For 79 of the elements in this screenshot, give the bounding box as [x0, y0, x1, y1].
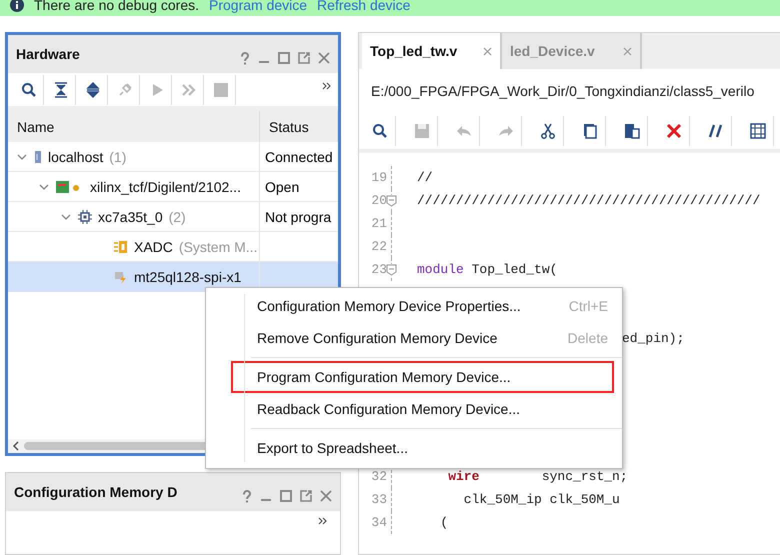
double-slash-icon [708, 123, 724, 139]
paste-icon [624, 123, 640, 139]
code-line: clk_50M_ip clk_50M_u [462, 492, 620, 507]
scroll-left-icon[interactable] [12, 441, 20, 451]
node-name: mt25ql128-spi-x1 [134, 268, 242, 284]
columns-icon [750, 123, 766, 139]
plug-icon [116, 82, 132, 98]
line-number: 34 [370, 515, 387, 530]
search-icon [372, 123, 388, 139]
help-icon[interactable] [240, 52, 250, 64]
help-icon[interactable] [242, 490, 252, 502]
redo-icon [498, 123, 514, 139]
banner-link[interactable]: Program device [209, 0, 308, 13]
code-line: wire sync_rst_n; [447, 469, 628, 484]
status-text: Connected [265, 148, 333, 164]
overflow-icon[interactable] [318, 517, 328, 525]
line-number: 32 [370, 469, 387, 484]
collapse-icon [52, 82, 68, 98]
tree-item[interactable]: XADC (System M... [8, 232, 260, 261]
file-path: E:/000_FPGA/FPGA_Work_Dir/0_Tongxindianzi/class5_verilo [370, 82, 756, 101]
node-count: (2) [168, 208, 186, 224]
close-icon [666, 123, 682, 139]
panel-title: Hardware [16, 46, 81, 62]
panel-title: Configuration Memory D [14, 484, 178, 500]
code-line: // [417, 170, 433, 185]
maximize-icon[interactable] [278, 52, 290, 64]
adc-icon [114, 240, 128, 254]
line-number: 23 [370, 262, 387, 277]
node-count: (1) [109, 148, 126, 164]
overflow-icon[interactable] [322, 82, 332, 90]
line-number: 22 [370, 239, 387, 254]
status-text: Not progra [265, 208, 332, 224]
stop-icon [212, 82, 228, 98]
scissors-icon [540, 123, 556, 139]
line-number: 33 [370, 492, 387, 507]
line-number: 20 [370, 193, 387, 208]
banner-link[interactable]: Refresh device [317, 0, 410, 13]
info-icon [10, 0, 24, 12]
node-name: localhost [48, 148, 104, 164]
double-chevron-icon [180, 82, 196, 98]
shortcut-text: Delete [568, 330, 608, 346]
tree-item[interactable]: xilinx_tcf/Digilent/2102... [8, 172, 260, 201]
server-icon [34, 150, 42, 164]
code-line: module Top_led_tw( [417, 262, 558, 277]
node-name: xc7a35t_0 [98, 208, 163, 224]
code-line: ( [439, 515, 448, 530]
expand-icon [84, 82, 100, 98]
maximize-icon[interactable] [280, 490, 292, 502]
tree-item[interactable]: xc7a35t_0 (2) [8, 202, 260, 231]
tree-item[interactable]: localhost (1) [8, 142, 260, 171]
close-icon[interactable] [623, 46, 632, 56]
close-icon[interactable] [318, 52, 330, 64]
float-icon[interactable] [300, 490, 312, 502]
flash-memory-icon [114, 270, 128, 284]
menu-item[interactable]: Configuration Memory Device Properties... Ctrl+E [231, 290, 614, 322]
menu-item[interactable]: Readback Configuration Memory Device... [231, 393, 614, 425]
copy-icon [582, 123, 598, 139]
search-icon [20, 82, 36, 98]
close-icon[interactable] [483, 46, 492, 56]
file-tab[interactable]: Top_led_tw.v [362, 33, 502, 69]
code-line: ed_pin); [622, 331, 684, 346]
chip-icon [78, 210, 92, 224]
shortcut-text: Ctrl+E [568, 298, 608, 314]
status-text: Open [265, 178, 300, 194]
banner-message: There are no debug cores. [34, 0, 199, 13]
floppy-icon [414, 123, 430, 139]
node-name: XADC [134, 238, 173, 254]
menu-item[interactable]: Remove Configuration Memory Device Delete [231, 322, 614, 354]
float-icon[interactable] [298, 52, 310, 64]
node-count: (System M... [178, 238, 258, 254]
fold-icon[interactable] [386, 194, 397, 206]
node-name: xilinx_tcf/Digilent/2102... [90, 178, 241, 194]
line-number: 19 [370, 170, 387, 185]
code-line: //////////////////////////////////////////// [417, 193, 760, 208]
menu-item[interactable]: Export to Spreadsheet... [231, 432, 614, 464]
line-number: 21 [370, 216, 387, 231]
menu-item[interactable]: Program Configuration Memory Device... [231, 361, 614, 393]
close-icon[interactable] [320, 490, 332, 502]
fold-icon[interactable] [386, 264, 397, 276]
